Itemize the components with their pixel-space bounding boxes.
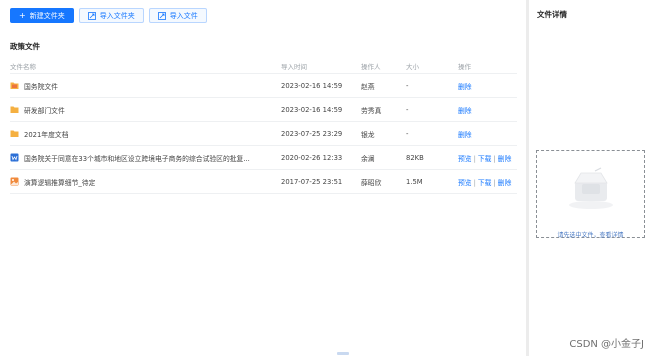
scroll-indicator[interactable] <box>337 352 349 355</box>
file-name: 国务院文件 <box>24 82 58 91</box>
file-size: 1.5M <box>406 177 423 186</box>
new-folder-button[interactable]: + 新建文件夹 <box>10 8 74 23</box>
import-icon <box>87 11 96 20</box>
plus-icon: + <box>19 10 26 20</box>
file-size: - <box>406 129 409 138</box>
delete-link[interactable]: 删除 <box>458 83 472 91</box>
word-doc-icon <box>10 153 19 162</box>
folder-icon <box>10 106 19 113</box>
new-folder-label: 新建文件夹 <box>29 11 65 20</box>
file-name: 2021年度文档 <box>24 130 69 139</box>
download-link[interactable]: 下载 <box>478 155 492 163</box>
table-header: 文件名称 导入时间 操作人 大小 操作 <box>10 58 517 74</box>
table-row[interactable]: 演算逻辑推算细节_待定 2017-07-25 23:51 薛昭欣 1.5M 预览… <box>10 170 517 194</box>
delete-link[interactable]: 删除 <box>458 107 472 115</box>
table-row[interactable]: 研发部门文件 2023-02-16 14:59 劳秀真 - 删除 <box>10 98 517 122</box>
file-name: 演算逻辑推算细节_待定 <box>24 178 96 187</box>
row-name-cell: 研发部门文件 <box>10 105 281 115</box>
row-actions: 删除 <box>458 105 517 115</box>
separator: | <box>493 154 496 163</box>
operator: 余澜 <box>361 154 375 163</box>
row-name-cell: 国务院关于同意在33个城市和地区设立跨境电子商务的综合试验区的批复... <box>10 153 281 163</box>
delete-link[interactable]: 删除 <box>498 179 512 187</box>
download-link[interactable]: 下载 <box>478 179 492 187</box>
operator: 薛昭欣 <box>361 178 382 187</box>
import-time: 2017-07-25 23:51 <box>281 177 343 186</box>
row-name-cell: 国务院文件 <box>10 81 281 91</box>
file-table: 文件名称 导入时间 操作人 大小 操作 国务院文件 2023-02-16 14:… <box>10 58 517 194</box>
import-time: 2023-02-16 14:59 <box>281 105 343 114</box>
folder-icon <box>10 130 19 137</box>
table-row[interactable]: 2021年度文档 2023-07-25 23:29 银龙 - 删除 <box>10 122 517 146</box>
preview-link[interactable]: 预览 <box>458 155 472 163</box>
file-name: 研发部门文件 <box>24 106 65 115</box>
table-row[interactable]: 国务院关于同意在33个城市和地区设立跨境电子商务的综合试验区的批复... 202… <box>10 146 517 170</box>
delete-link[interactable]: 删除 <box>498 155 512 163</box>
import-time: 2023-02-16 14:59 <box>281 81 343 90</box>
header-action: 操作 <box>458 62 471 71</box>
file-name: 国务院关于同意在33个城市和地区设立跨境电子商务的综合试验区的批复... <box>24 154 250 163</box>
empty-box-icon <box>569 167 613 209</box>
header-size: 大小 <box>406 62 419 71</box>
import-time: 2020-02-26 12:33 <box>281 153 343 162</box>
section-title: 政策文件 <box>10 42 40 51</box>
row-name-cell: 2021年度文档 <box>10 129 281 139</box>
empty-hint: 请先选中文件，查看详情 <box>557 232 624 239</box>
row-actions: 预览 | 下载 | 删除 <box>458 177 517 187</box>
operator: 劳秀真 <box>361 106 382 115</box>
separator: | <box>493 178 496 187</box>
row-actions: 删除 <box>458 129 517 139</box>
toolbar: + 新建文件夹 导入文件夹 导入文件 <box>10 8 207 23</box>
import-folder-label: 导入文件夹 <box>99 11 135 20</box>
operator: 银龙 <box>361 130 375 139</box>
row-name-cell: 演算逻辑推算细节_待定 <box>10 177 281 187</box>
header-operator: 操作人 <box>361 62 381 71</box>
image-file-icon <box>10 177 19 186</box>
operator: 赵燕 <box>361 82 375 91</box>
import-icon <box>157 11 166 20</box>
import-file-label: 导入文件 <box>169 11 198 20</box>
detail-title: 文件详情 <box>537 10 567 19</box>
file-size: - <box>406 105 409 114</box>
file-detail-panel: 文件详情 请先选中文件，查看详情 <box>529 0 650 356</box>
row-actions: 预览 | 下载 | 删除 <box>458 153 517 163</box>
folder-special-icon <box>10 82 19 89</box>
table-row[interactable]: 国务院文件 2023-02-16 14:59 赵燕 - 删除 <box>10 74 517 98</box>
header-name: 文件名称 <box>10 62 36 71</box>
file-list-panel: + 新建文件夹 导入文件夹 导入文件 政策文件 文件名称 导入时间 操作人 大小… <box>0 0 526 356</box>
separator: | <box>473 154 476 163</box>
watermark: CSDN @小金子J <box>569 339 644 350</box>
preview-link[interactable]: 预览 <box>458 179 472 187</box>
header-time: 导入时间 <box>281 62 307 71</box>
delete-link[interactable]: 删除 <box>458 131 472 139</box>
separator: | <box>473 178 476 187</box>
import-file-button[interactable]: 导入文件 <box>148 8 207 23</box>
file-size: - <box>406 81 409 90</box>
row-actions: 删除 <box>458 81 517 91</box>
import-folder-button[interactable]: 导入文件夹 <box>78 8 144 23</box>
file-size: 82KB <box>406 153 424 162</box>
import-time: 2023-07-25 23:29 <box>281 129 343 138</box>
empty-state: 请先选中文件，查看详情 <box>536 150 645 239</box>
